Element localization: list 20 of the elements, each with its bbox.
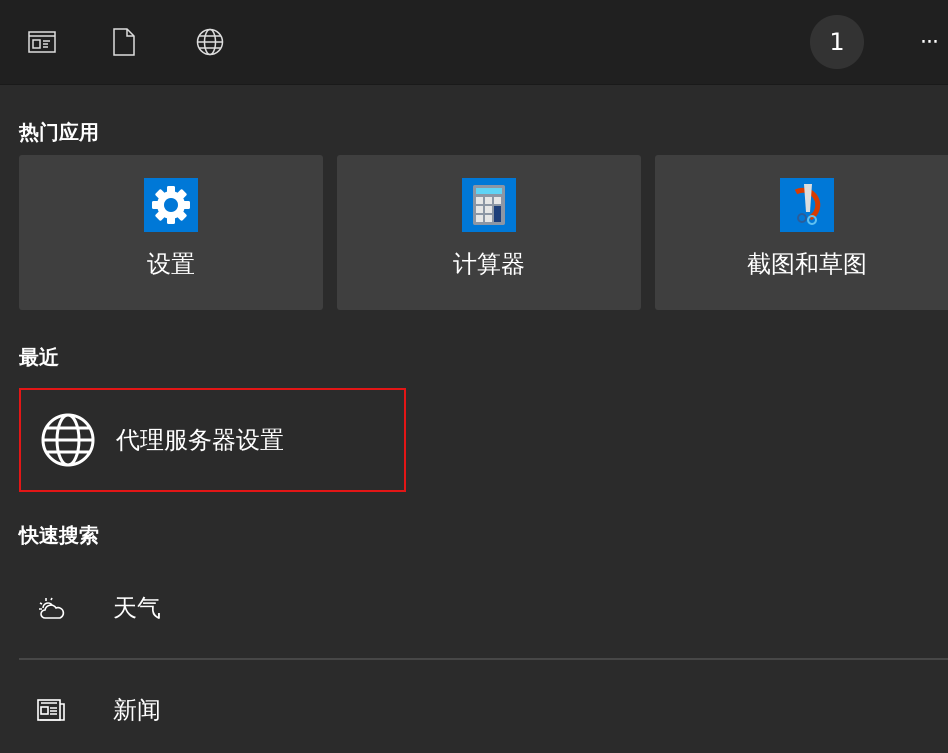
newspaper-icon: [37, 699, 65, 721]
globe-icon: [40, 412, 96, 468]
document-icon: [112, 28, 136, 56]
calculator-icon: [462, 178, 516, 232]
globe-icon: [196, 28, 224, 56]
recent-item[interactable]: 代理服务器设置: [19, 388, 406, 492]
section-heading: 热门应用: [19, 119, 100, 146]
account-badge[interactable]: 1: [810, 15, 864, 69]
quick-search-item[interactable]: 新闻: [19, 660, 948, 753]
section-heading: 最近: [19, 344, 60, 371]
app-tile[interactable]: 截图和草图: [655, 155, 948, 310]
quick-search-item[interactable]: 天气: [19, 558, 948, 658]
scissors-icon: [780, 178, 834, 232]
window-icon: [28, 30, 56, 54]
more-button[interactable]: ···: [920, 30, 948, 54]
weather-icon: [37, 595, 67, 621]
app-tile[interactable]: 设置: [19, 155, 323, 310]
gear-icon: [144, 178, 198, 232]
section-heading: 快速搜索: [19, 522, 100, 549]
app-tile[interactable]: 计算器: [337, 155, 641, 310]
